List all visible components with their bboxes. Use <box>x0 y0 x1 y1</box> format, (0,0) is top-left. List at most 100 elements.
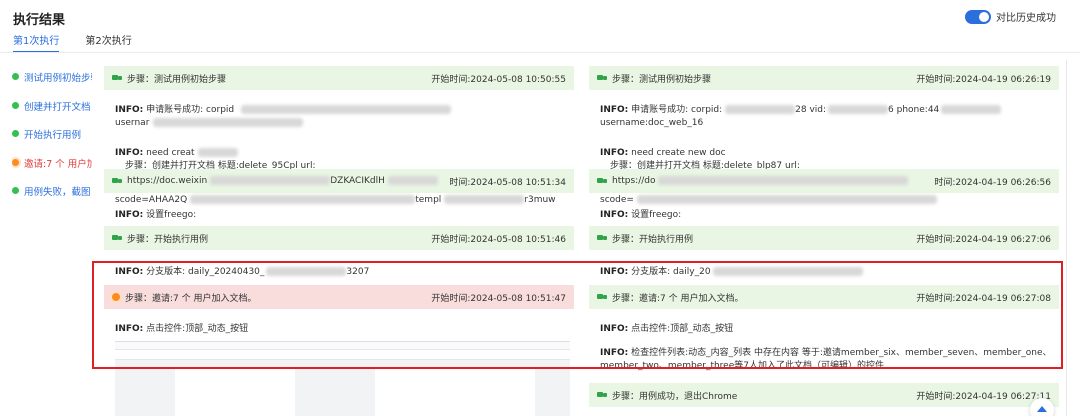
steps-nav-item[interactable]: 开始执行用例 <box>12 127 92 156</box>
execution-tabs: 第1次执行 第2次执行 <box>13 32 132 53</box>
warning-dot-icon <box>12 158 19 166</box>
redacted-block <box>941 105 1002 114</box>
redacted-block <box>190 195 416 204</box>
info-text: usernar <box>115 118 150 128</box>
info-text: 设置freego: <box>628 210 682 220</box>
info-text: need creat <box>143 148 195 158</box>
steps-nav: 测试用例初始步骤 创建并打开文档 开始执行用例 邀请:7 个 用户加入文档。 用… <box>12 70 92 213</box>
tab-run-2[interactable]: 第2次执行 <box>85 32 131 53</box>
step-label: 步骤：测试用例初始步骤 <box>612 74 712 85</box>
info-line: INFO: 设置freego: <box>589 209 1059 222</box>
info-prefix: INFO: <box>600 210 629 220</box>
thumbnail-page <box>175 368 295 416</box>
info-subline: usernar <box>115 117 574 130</box>
info-line: scode=AHAA2Q templ r3muw <box>104 194 574 207</box>
redacted-block <box>210 176 331 185</box>
info-text: need create new doc <box>628 148 726 158</box>
truck-icon <box>112 177 122 185</box>
truck-icon <box>112 74 122 82</box>
info-text: r3muw <box>524 195 556 205</box>
compare-history-label: 对比历史成功 <box>996 13 1056 24</box>
truck-icon <box>597 177 607 185</box>
truck-icon <box>597 74 607 82</box>
info-text: templ <box>415 195 442 205</box>
compare-history-toggle[interactable] <box>965 9 991 24</box>
failure-highlight-box <box>92 261 1063 369</box>
step-label: https://do <box>612 176 934 186</box>
step-url-text: https://doc.weixin <box>127 176 208 186</box>
steps-nav-label: 用例失败，截图 <box>24 187 91 198</box>
info-text: 28 vid: <box>795 105 827 115</box>
steps-nav-label: 邀请:7 个 用户加入文档。 <box>24 158 92 170</box>
info-line: INFO: 设置freego: <box>104 209 574 222</box>
step-time: 开始时间:2024-04-19 06:27:06 <box>916 234 1051 245</box>
redacted-block <box>444 195 525 204</box>
redacted-block <box>153 118 304 127</box>
step-time: 时间:2024-05-08 10:51:34 <box>449 177 566 188</box>
redacted-block <box>241 105 451 114</box>
steps-nav-item[interactable]: 创建并打开文档 <box>12 99 92 128</box>
redacted-block <box>197 148 238 157</box>
step-row[interactable]: 步骤：用例成功，退出Chrome 开始时间:2024-04-19 06:27:1… <box>589 383 1059 407</box>
redacted-block <box>387 176 438 185</box>
step-row[interactable]: https://do 时间:2024-04-19 06:26:56 <box>589 169 1059 193</box>
info-text: 申请账号成功: corpid: <box>628 105 723 115</box>
info-prefix: INFO: <box>115 210 144 220</box>
steps-nav-item[interactable]: 测试用例初始步骤 <box>12 70 92 99</box>
header-divider <box>0 52 1080 53</box>
redacted-block <box>725 105 796 114</box>
info-line: INFO: 申请账号成功: corpid: 28 vid: 6 phone:44 u… <box>589 104 1059 130</box>
info-text: 申请账号成功: corpid <box>143 105 235 115</box>
truck-icon <box>597 391 607 399</box>
step-label: 步骤：开始执行用例 <box>127 234 209 245</box>
step-url-fragment: DZKACIKdlH <box>330 176 385 186</box>
thumbnail-page <box>375 368 535 416</box>
info-prefix: INFO: <box>115 148 144 158</box>
info-prefix: INFO: <box>600 105 629 115</box>
success-dot-icon <box>12 101 19 109</box>
redacted-block <box>658 176 909 185</box>
step-label: 步骤：用例成功，退出Chrome <box>612 391 738 402</box>
info-text: scode=AHAA2Q <box>115 195 188 205</box>
info-text: 6 phone:44 <box>888 105 940 115</box>
info-text: 设置freego: <box>143 210 197 220</box>
step-label: https://doc.weixin DZKACIKdlH <box>127 176 449 186</box>
steps-nav-item[interactable]: 邀请:7 个 用户加入文档。 <box>12 156 92 185</box>
truck-icon <box>597 234 607 242</box>
step-time: 开始时间:2024-05-08 10:50:55 <box>431 74 566 85</box>
steps-nav-label: 创建并打开文档 <box>24 101 91 113</box>
truck-icon <box>112 234 122 242</box>
info-prefix: INFO: <box>600 148 629 158</box>
step-time: 开始时间:2024-05-08 10:51:46 <box>431 234 566 245</box>
info-line: INFO: 申请账号成功: corpid usernar <box>104 104 574 130</box>
step-label: 步骤：测试用例初始步骤 <box>127 74 227 85</box>
step-row[interactable]: 步骤：开始执行用例 开始时间:2024-04-19 06:27:06 <box>589 226 1059 250</box>
steps-nav-label: 开始执行用例 <box>24 130 82 141</box>
success-dot-icon <box>12 130 19 137</box>
step-row[interactable]: 步骤：测试用例初始步骤 开始时间:2024-04-19 06:26:19 <box>589 66 1059 90</box>
steps-nav-label: 测试用例初始步骤 <box>24 73 92 84</box>
redacted-block <box>828 105 889 114</box>
info-text: scode= <box>600 195 634 205</box>
scroll-to-top-icon[interactable] <box>1030 398 1054 416</box>
step-label: 步骤：开始执行用例 <box>612 234 694 245</box>
page-title: 执行结果 <box>13 13 66 28</box>
success-dot-icon <box>12 73 19 80</box>
steps-nav-item[interactable]: 用例失败，截图 <box>12 184 92 213</box>
info-prefix: INFO: <box>115 105 144 115</box>
step-time: 时间:2024-04-19 06:26:56 <box>934 177 1051 188</box>
toggle-knob <box>979 11 989 22</box>
step-row[interactable]: 步骤：测试用例初始步骤 开始时间:2024-05-08 10:50:55 <box>104 66 574 90</box>
step-row[interactable]: https://doc.weixin DZKACIKdlH 时间:2024-05-… <box>104 169 574 193</box>
info-line: scode= <box>589 194 1059 207</box>
tab-run-1[interactable]: 第1次执行 <box>13 32 60 53</box>
success-dot-icon <box>12 187 19 194</box>
step-row[interactable]: 步骤：开始执行用例 开始时间:2024-05-08 10:51:46 <box>104 226 574 250</box>
redacted-block <box>636 195 937 204</box>
step-time: 开始时间:2024-04-19 06:26:19 <box>916 74 1051 85</box>
info-subline: username:doc_web_16 <box>600 118 704 128</box>
step-url-text: https://do <box>612 176 656 186</box>
scrollbar-track[interactable] <box>1066 60 1067 416</box>
compare-history-control: 对比历史成功 <box>965 9 1056 24</box>
step-time: 开始时间:2024-04-19 06:27:11 <box>916 391 1051 402</box>
